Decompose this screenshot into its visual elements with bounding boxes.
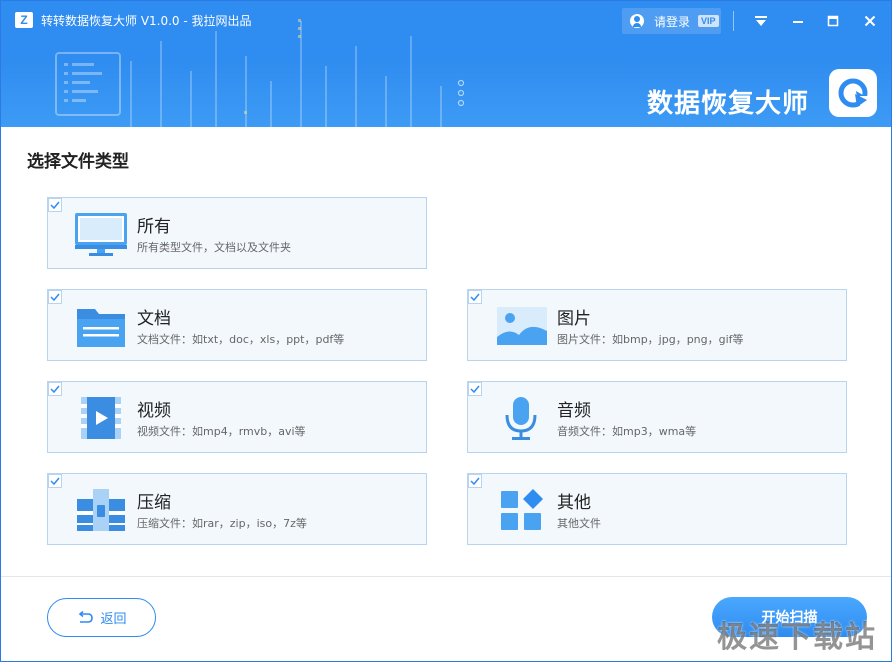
video-icon bbox=[72, 394, 130, 442]
footer-divider bbox=[1, 576, 891, 577]
file-type-card-images[interactable]: 图片 图片文件：如bmp，jpg，png，gif等 bbox=[467, 289, 847, 361]
checkmark-icon bbox=[470, 477, 480, 486]
card-title: 视频 bbox=[137, 401, 171, 421]
card-description: 所有类型文件，文档以及文件夹 bbox=[137, 241, 291, 254]
watermark: 极速下载站 bbox=[717, 620, 877, 655]
minimize-button[interactable] bbox=[786, 9, 810, 33]
file-type-card-other[interactable]: 其他 其他文件 bbox=[467, 473, 847, 545]
card-description: 图片文件：如bmp，jpg，png，gif等 bbox=[557, 333, 744, 346]
return-arrow-icon bbox=[79, 610, 94, 623]
checkmark-icon bbox=[470, 385, 480, 394]
checkmark-icon bbox=[50, 293, 60, 302]
back-button[interactable]: 返回 bbox=[47, 598, 156, 637]
folder-icon bbox=[72, 302, 130, 350]
menu-button[interactable] bbox=[749, 9, 773, 33]
checkmark-icon bbox=[50, 477, 60, 486]
header-banner: Z 转转数据恢复大师 V1.0.0 - 我拉网出品 请登录 VIP 数据恢复大师 bbox=[1, 1, 891, 127]
checkbox-other[interactable] bbox=[468, 474, 482, 488]
card-title: 文档 bbox=[137, 309, 171, 329]
menu-dropdown-icon bbox=[755, 16, 767, 26]
card-description: 视频文件：如mp4，rmvb，avi等 bbox=[137, 425, 306, 438]
card-description: 音频文件：如mp3，wma等 bbox=[557, 425, 697, 438]
close-button[interactable] bbox=[858, 9, 882, 33]
checkmark-icon bbox=[470, 293, 480, 302]
checkbox-archives[interactable] bbox=[48, 474, 62, 488]
file-type-card-documents[interactable]: 文档 文档文件：如txt，doc，xls，ppt，pdf等 bbox=[47, 289, 427, 361]
file-type-card-videos[interactable]: 视频 视频文件：如mp4，rmvb，avi等 bbox=[47, 381, 427, 453]
checkbox-all[interactable] bbox=[48, 198, 62, 212]
monitor-icon bbox=[72, 210, 130, 258]
file-type-card-audio[interactable]: 音频 音频文件：如mp3，wma等 bbox=[467, 381, 847, 453]
card-title: 图片 bbox=[557, 309, 591, 329]
back-label: 返回 bbox=[100, 612, 127, 627]
minimize-icon bbox=[793, 21, 803, 23]
card-title: 所有 bbox=[137, 217, 171, 237]
checkmark-icon bbox=[50, 201, 60, 210]
card-description: 其他文件 bbox=[557, 517, 601, 530]
recover-arrow-icon bbox=[838, 78, 870, 110]
app-window: Z 转转数据恢复大师 V1.0.0 - 我拉网出品 请登录 VIP 数据恢复大师… bbox=[0, 0, 892, 662]
titlebar-separator bbox=[733, 11, 734, 31]
window-title: 转转数据恢复大师 V1.0.0 - 我拉网出品 bbox=[41, 14, 252, 28]
user-icon bbox=[630, 14, 644, 28]
file-type-card-archives[interactable]: 压缩 压缩文件：如rar，zip，iso，7z等 bbox=[47, 473, 427, 545]
app-logo-icon: Z bbox=[15, 12, 33, 28]
section-title: 选择文件类型 bbox=[27, 152, 129, 172]
vip-badge: VIP bbox=[698, 15, 719, 27]
login-button[interactable]: 请登录 VIP bbox=[622, 8, 721, 34]
checkbox-documents[interactable] bbox=[48, 290, 62, 304]
close-icon bbox=[864, 15, 876, 27]
title-bar[interactable]: Z 转转数据恢复大师 V1.0.0 - 我拉网出品 请登录 VIP bbox=[1, 1, 891, 39]
grid-icon bbox=[492, 486, 550, 534]
checkbox-videos[interactable] bbox=[48, 382, 62, 396]
image-icon bbox=[492, 302, 550, 350]
brand-title: 数据恢复大师 bbox=[647, 89, 810, 119]
archive-icon bbox=[72, 486, 130, 534]
login-label: 请登录 bbox=[654, 14, 691, 29]
microphone-icon bbox=[492, 394, 550, 442]
checkmark-icon bbox=[50, 385, 60, 394]
card-title: 其他 bbox=[557, 493, 591, 513]
brand-logo-icon bbox=[829, 69, 877, 117]
file-type-card-all[interactable]: 所有 所有类型文件，文档以及文件夹 bbox=[47, 197, 427, 269]
maximize-button[interactable] bbox=[821, 9, 845, 33]
card-title: 音频 bbox=[557, 401, 591, 421]
card-title: 压缩 bbox=[137, 493, 171, 513]
checkbox-images[interactable] bbox=[468, 290, 482, 304]
card-description: 压缩文件：如rar，zip，iso，7z等 bbox=[137, 517, 307, 530]
card-description: 文档文件：如txt，doc，xls，ppt，pdf等 bbox=[137, 333, 345, 346]
checkbox-audio[interactable] bbox=[468, 382, 482, 396]
maximize-icon bbox=[827, 15, 839, 27]
